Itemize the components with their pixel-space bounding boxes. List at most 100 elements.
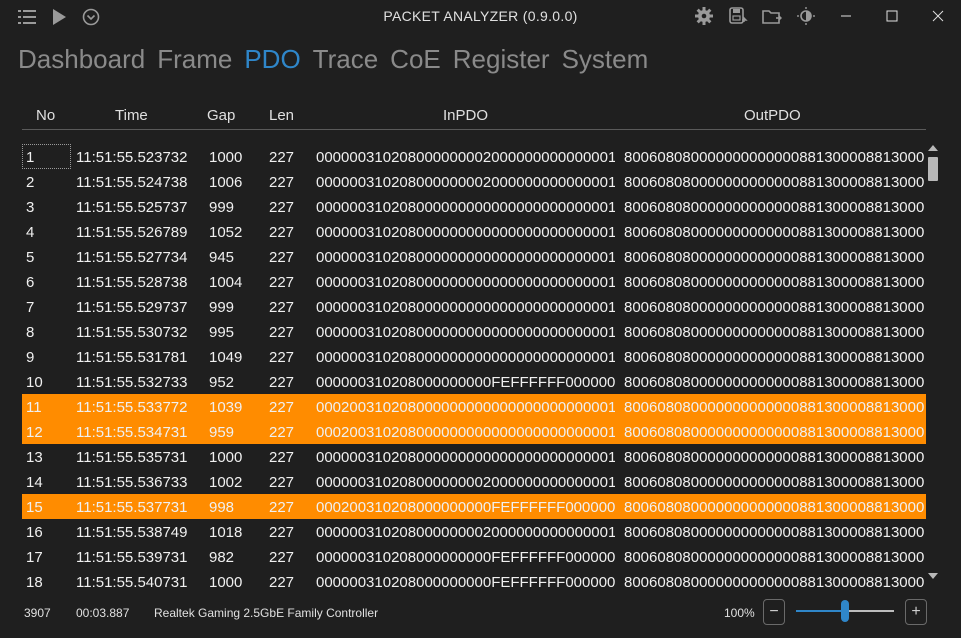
row-gap: 952	[209, 374, 235, 391]
row-time: 11:51:55.525737	[76, 199, 188, 216]
column-header-len[interactable]: Len	[269, 107, 294, 124]
tab-frame[interactable]: Frame	[157, 44, 232, 75]
row-no: 12	[26, 424, 43, 441]
tab-trace[interactable]: Trace	[313, 44, 379, 75]
table-row[interactable]: 10 11:51:55.532733 952 227 00000031020800000…	[22, 369, 926, 394]
tab-dashboard[interactable]: Dashboard	[18, 44, 145, 75]
row-time: 11:51:55.526789	[76, 224, 188, 241]
row-time: 11:51:55.534731	[76, 424, 188, 441]
packet-count: 3907	[24, 606, 51, 620]
table-row[interactable]: 5 11:51:55.527734 945 227 000000310208000000…	[22, 244, 926, 269]
row-inpdo: 000000310208000000000000000000000001	[316, 274, 615, 291]
row-gap: 1002	[209, 474, 243, 491]
row-gap: 959	[209, 424, 235, 441]
row-len: 227	[269, 399, 295, 416]
table-row[interactable]: 2 11:51:55.524738 1006 227 00000031020800000…	[22, 169, 926, 194]
row-len: 227	[269, 574, 295, 591]
tab-system[interactable]: System	[562, 44, 649, 75]
maximize-button[interactable]	[869, 0, 915, 32]
row-no: 16	[26, 524, 43, 541]
row-len: 227	[269, 449, 295, 466]
table-row[interactable]: 14 11:51:55.536733 1002 227 0000003102080000…	[22, 469, 926, 494]
column-header-inpdo[interactable]: InPDO	[443, 107, 488, 124]
row-outpdo: 800608080000000000000881300008813000	[624, 574, 924, 591]
row-time: 11:51:55.528738	[76, 274, 188, 291]
row-outpdo: 800608080000000000000881300008813000	[624, 174, 924, 191]
row-no: 3	[26, 199, 35, 216]
scroll-up-icon[interactable]	[926, 143, 940, 153]
table-row[interactable]: 15 11:51:55.537731 998 227 00020031020800000…	[22, 494, 926, 519]
zoom-slider-knob[interactable]	[841, 600, 849, 622]
row-len: 227	[269, 374, 295, 391]
table-row[interactable]: 3 11:51:55.525737 999 227 000000310208000000…	[22, 194, 926, 219]
row-time: 11:51:55.529737	[76, 299, 188, 316]
row-inpdo: 000000310208000000000000000000000001	[316, 224, 615, 241]
column-header-no[interactable]: No	[36, 107, 55, 124]
minimize-button[interactable]	[823, 0, 869, 32]
row-len: 227	[269, 249, 295, 266]
row-len: 227	[269, 424, 295, 441]
table-row[interactable]: 6 11:51:55.528738 1004 227 00000031020800000…	[22, 269, 926, 294]
row-time: 11:51:55.537731	[76, 499, 188, 516]
zoom-in-button[interactable]: +	[905, 599, 927, 625]
main-nav: Dashboard Frame PDO Trace CoE Register System	[18, 44, 648, 75]
column-header-time[interactable]: Time	[115, 107, 148, 124]
table-row[interactable]: 12 11:51:55.534731 959 227 00020031020800000…	[22, 419, 926, 444]
row-gap: 1049	[209, 349, 243, 366]
focus-rectangle	[22, 144, 71, 169]
row-gap: 1000	[209, 574, 243, 591]
row-inpdo: 000200310208000000000FEFFFFFF000000010	[316, 499, 615, 516]
row-len: 227	[269, 549, 295, 566]
row-len: 227	[269, 349, 295, 366]
table-row[interactable]: 16 11:51:55.538749 1018 227 0000003102080000…	[22, 519, 926, 544]
folder-export-icon[interactable]	[755, 0, 789, 32]
scrollbar-thumb[interactable]	[928, 157, 938, 181]
table-row[interactable]: 9 11:51:55.531781 1049 227 00000031020800000…	[22, 344, 926, 369]
tab-coe[interactable]: CoE	[390, 44, 441, 75]
table-body: 1 11:51:55.523732 1000 227 00000031020800000…	[22, 130, 926, 594]
table-row[interactable]: 7 11:51:55.529737 999 227 000000310208000000…	[22, 294, 926, 319]
minimize-icon	[841, 15, 851, 17]
table-row[interactable]: 8 11:51:55.530732 995 227 000000310208000000…	[22, 319, 926, 344]
row-len: 227	[269, 224, 295, 241]
row-len: 227	[269, 474, 295, 491]
scroll-down-icon[interactable]	[926, 571, 940, 581]
close-button[interactable]	[915, 0, 961, 32]
row-gap: 998	[209, 499, 235, 516]
tab-register[interactable]: Register	[453, 44, 550, 75]
row-inpdo: 000000310208000000002000000000000001	[316, 524, 615, 541]
table-row[interactable]: 18 11:51:55.540731 1000 227 0000003102080000…	[22, 569, 926, 594]
status-bar: 3907 00:03.887 Realtek Gaming 2.5GbE Fam…	[0, 598, 961, 626]
table-row[interactable]: 4 11:51:55.526789 1052 227 00000031020800000…	[22, 219, 926, 244]
table-row[interactable]: 13 11:51:55.535731 1000 227 0000003102080000…	[22, 444, 926, 469]
row-gap: 1052	[209, 224, 243, 241]
save-export-icon[interactable]	[721, 0, 755, 32]
theme-icon[interactable]	[789, 0, 823, 32]
row-no: 6	[26, 274, 35, 291]
row-len: 227	[269, 524, 295, 541]
zoom-out-button[interactable]: −	[763, 599, 785, 625]
row-gap: 1000	[209, 449, 243, 466]
row-outpdo: 800608080000000000000881300008813000	[624, 274, 924, 291]
zoom-level: 100%	[724, 606, 755, 620]
column-header-outpdo[interactable]: OutPDO	[744, 107, 801, 124]
row-outpdo: 800608080000000000000881300008813000	[624, 224, 924, 241]
row-len: 227	[269, 199, 295, 216]
tab-pdo[interactable]: PDO	[244, 44, 300, 75]
vertical-scrollbar[interactable]	[926, 143, 940, 583]
row-no: 9	[26, 349, 35, 366]
table-row[interactable]: 17 11:51:55.539731 982 227 00000031020800000…	[22, 544, 926, 569]
gear-icon[interactable]	[687, 0, 721, 32]
table-row[interactable]: 1 11:51:55.523732 1000 227 00000031020800000…	[22, 144, 926, 169]
row-outpdo: 800608080000000000000881300008813000	[624, 299, 924, 316]
row-time: 11:51:55.535731	[76, 449, 188, 466]
title-bar-right-toolbar	[687, 0, 961, 32]
column-header-gap[interactable]: Gap	[207, 107, 235, 124]
row-outpdo: 800608080000000000000881300008813000	[624, 474, 924, 491]
table-row[interactable]: 11 11:51:55.533772 1039 227 0002003102080000…	[22, 394, 926, 419]
row-inpdo: 000200310208000000000000000000000001	[316, 424, 615, 441]
row-time: 11:51:55.539731	[76, 549, 188, 566]
row-outpdo: 800608080000000000000881300008813000	[624, 249, 924, 266]
row-outpdo: 800608080000000000000881300008813000	[624, 349, 924, 366]
row-no: 2	[26, 174, 35, 191]
